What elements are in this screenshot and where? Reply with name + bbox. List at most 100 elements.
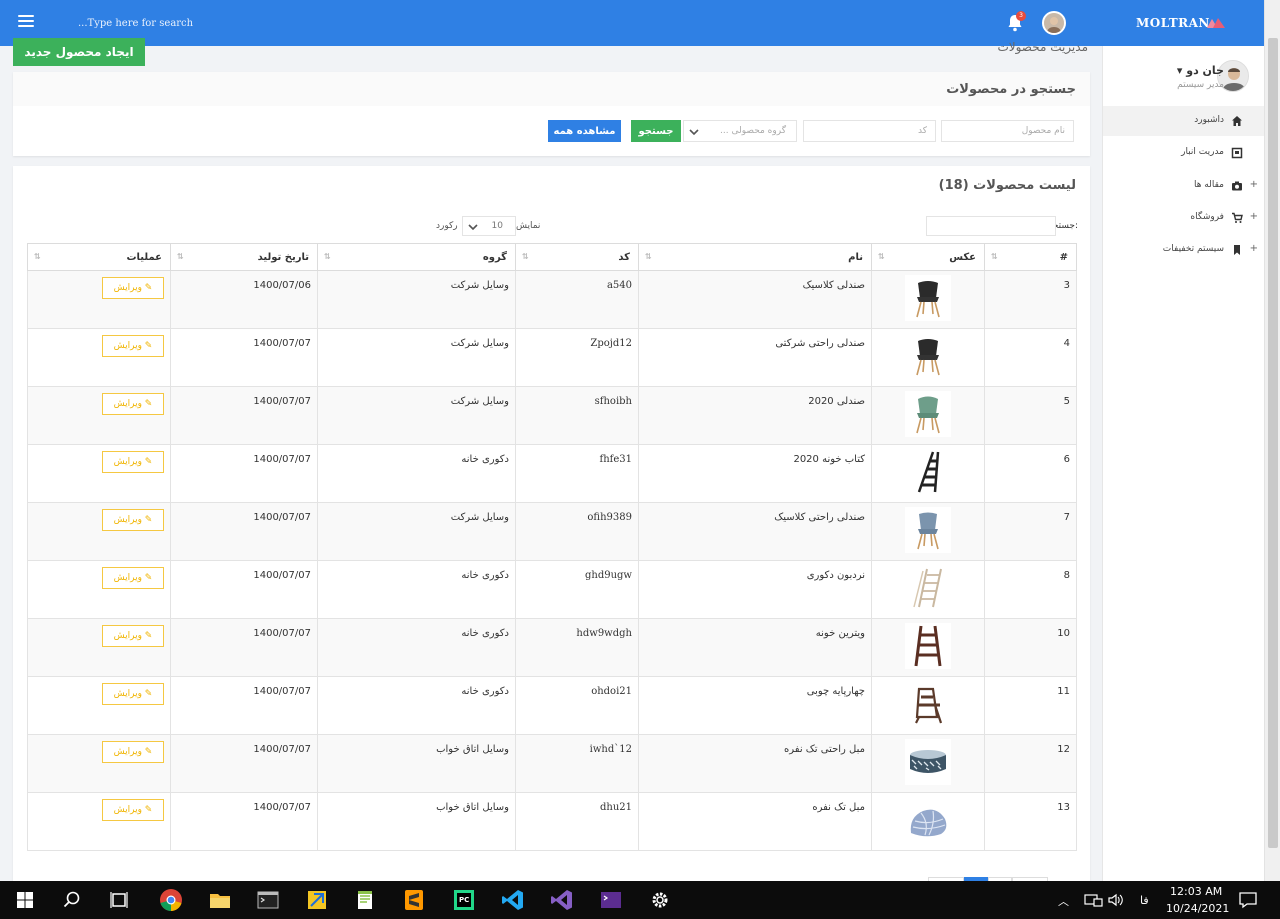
sidebar-item-label: فروشگاه (1190, 212, 1224, 222)
language-indicator[interactable]: فا (1140, 894, 1149, 907)
powershell-icon[interactable] (598, 887, 624, 913)
cell-date: 1400/07/07 (170, 386, 318, 445)
ladder-icon (905, 565, 951, 611)
col-header-number[interactable]: # ⇅ (984, 243, 1077, 271)
sidebar-item-warehouse[interactable]: مدریت انبار (1103, 138, 1264, 168)
edit-button[interactable]: ✎ ویرایش (102, 683, 164, 705)
cell-group: وسایل شرکت (317, 386, 516, 445)
settings-gear-icon[interactable] (647, 887, 673, 913)
vscode-icon[interactable] (500, 887, 526, 913)
cell-number: 12 (984, 734, 1077, 793)
cell-number: 3 (984, 270, 1077, 329)
table-row: 11 چهارپایه چوبی ohdoi21 دکوری خانه 1400/07/… (27, 676, 1077, 735)
edit-button[interactable]: ✎ ویرایش (102, 625, 164, 647)
sublime-text-icon[interactable] (401, 887, 427, 913)
cell-number: 8 (984, 560, 1077, 619)
col-header-actions[interactable]: عملیات ⇅ (27, 243, 171, 271)
bookmark-icon (1234, 245, 1240, 255)
menu-toggle-icon[interactable] (18, 15, 34, 29)
scrollbar-thumb[interactable] (1268, 38, 1278, 848)
expand-plus-icon[interactable]: + (1250, 179, 1258, 190)
volume-icon[interactable] (1103, 887, 1129, 913)
col-header-group[interactable]: گروه ⇅ (317, 243, 516, 271)
product-name-input[interactable] (941, 120, 1074, 142)
product-code-input[interactable] (803, 120, 936, 142)
pycharm-icon[interactable]: PC (451, 887, 477, 913)
sidebar-item-label: مدریت انبار (1181, 147, 1224, 157)
cell-image (871, 270, 985, 329)
cell-code: fhfe31 (515, 444, 639, 503)
search-panel-title: جستجو در محصولات (946, 82, 1076, 97)
chrome-icon[interactable] (158, 887, 184, 913)
table-row: 4 صندلی راحتی شرکتی Zpojd12 وسایل شرکت 1400/… (27, 328, 1077, 387)
cell-date: 1400/07/06 (170, 270, 318, 329)
windows-start-icon[interactable] (12, 887, 38, 913)
avatar[interactable] (1042, 11, 1066, 35)
cell-name: چهارپایه چوبی (638, 676, 872, 735)
edit-button[interactable]: ✎ ویرایش (102, 567, 164, 589)
chair-dark-icon (905, 333, 951, 379)
edit-button[interactable]: ✎ ویرایش (102, 277, 164, 299)
sidebar-item-articles[interactable]: + مقاله ها (1103, 171, 1264, 201)
product-list-panel: لیست محصولات (18) جستجو: نمایش 10 رکورد … (13, 166, 1090, 881)
edit-button[interactable]: ✎ ویرایش (102, 509, 164, 531)
table-search-input[interactable] (926, 216, 1056, 236)
sidebar-item-dashboard[interactable]: داشبورد (1103, 106, 1264, 136)
col-header-label: عملیات (126, 251, 162, 263)
chair-blue-icon (905, 507, 951, 553)
cell-code: a540 (515, 270, 639, 329)
clock-date[interactable]: 10/24/2021 (1166, 902, 1229, 915)
page-title: مدیریت محصولات (997, 40, 1088, 54)
cell-date: 1400/07/07 (170, 328, 318, 387)
cell-group: وسایل شرکت (317, 502, 516, 561)
search-button[interactable]: جستجو (631, 120, 681, 142)
col-header-code[interactable]: کد ⇅ (515, 243, 639, 271)
expand-plus-icon[interactable]: + (1250, 211, 1258, 222)
shelf-icon (905, 449, 951, 495)
edit-button[interactable]: ✎ ویرایش (102, 335, 164, 357)
cell-actions: ✎ ویرایش (27, 328, 171, 387)
network-tool-icon[interactable] (304, 887, 330, 913)
create-product-button[interactable]: ایجاد محصول جدید (13, 38, 145, 66)
task-view-icon[interactable] (106, 887, 132, 913)
sidebar-item-discounts[interactable]: + سیستم تخفیفات (1103, 235, 1264, 265)
col-header-image[interactable]: عکس ⇅ (871, 243, 985, 271)
tray-chevron-up-icon[interactable]: ︿ (1058, 893, 1069, 909)
user-name[interactable]: جان دو ▾ (1177, 64, 1224, 77)
table-row: 5 صندلی 2020 sfhoibh وسایل شرکت 1400/07/07 ✎ … (27, 386, 1077, 445)
cell-name: مبل تک نفره (638, 792, 872, 851)
expand-plus-icon[interactable]: + (1250, 243, 1258, 254)
clock-time[interactable]: 12:03 AM (1170, 885, 1222, 898)
cart-icon (1232, 212, 1243, 223)
search-panel-header (13, 72, 1090, 106)
terminal-icon[interactable] (255, 887, 281, 913)
cell-group: دکوری خانه (317, 618, 516, 677)
global-search-input[interactable] (78, 13, 338, 33)
sort-icon: ⇅ (645, 252, 652, 261)
file-explorer-icon[interactable] (207, 887, 233, 913)
visual-studio-icon[interactable] (549, 887, 575, 913)
edit-button[interactable]: ✎ ویرایش (102, 741, 164, 763)
cell-code: sfhoibh (515, 386, 639, 445)
col-header-name[interactable]: نام ⇅ (638, 243, 872, 271)
sidebar-item-shop[interactable]: + فروشگاه (1103, 203, 1264, 233)
cell-actions: ✎ ویرایش (27, 618, 171, 677)
brand-logo-icon (1207, 18, 1225, 28)
notification-center-icon[interactable] (1235, 887, 1261, 913)
col-header-date[interactable]: تاریخ تولید ⇅ (170, 243, 318, 271)
cell-name: صندلی راحتی کلاسیک (638, 502, 872, 561)
sort-icon: ⇅ (991, 252, 998, 261)
page-length-select[interactable]: 10 (462, 216, 516, 236)
cell-actions: ✎ ویرایش (27, 560, 171, 619)
vertical-scrollbar[interactable] (1264, 0, 1280, 881)
sidebar-item-label: سیستم تخفیفات (1162, 244, 1224, 254)
notepad-plus-icon[interactable] (352, 887, 378, 913)
edit-button[interactable]: ✎ ویرایش (102, 799, 164, 821)
show-all-button[interactable]: مشاهده همه (548, 120, 621, 142)
cell-group: وسایل اتاق خواب (317, 792, 516, 851)
edit-button[interactable]: ✎ ویرایش (102, 451, 164, 473)
edit-button[interactable]: ✎ ویرایش (102, 393, 164, 415)
product-group-select[interactable]: گروه محصولی ... (683, 120, 797, 142)
table-header-row: # ⇅ عکس ⇅ نام ⇅ کد ⇅ گروه ⇅ تاریخ تولید ⇅ عملی… (27, 243, 1077, 271)
search-icon[interactable] (59, 887, 85, 913)
